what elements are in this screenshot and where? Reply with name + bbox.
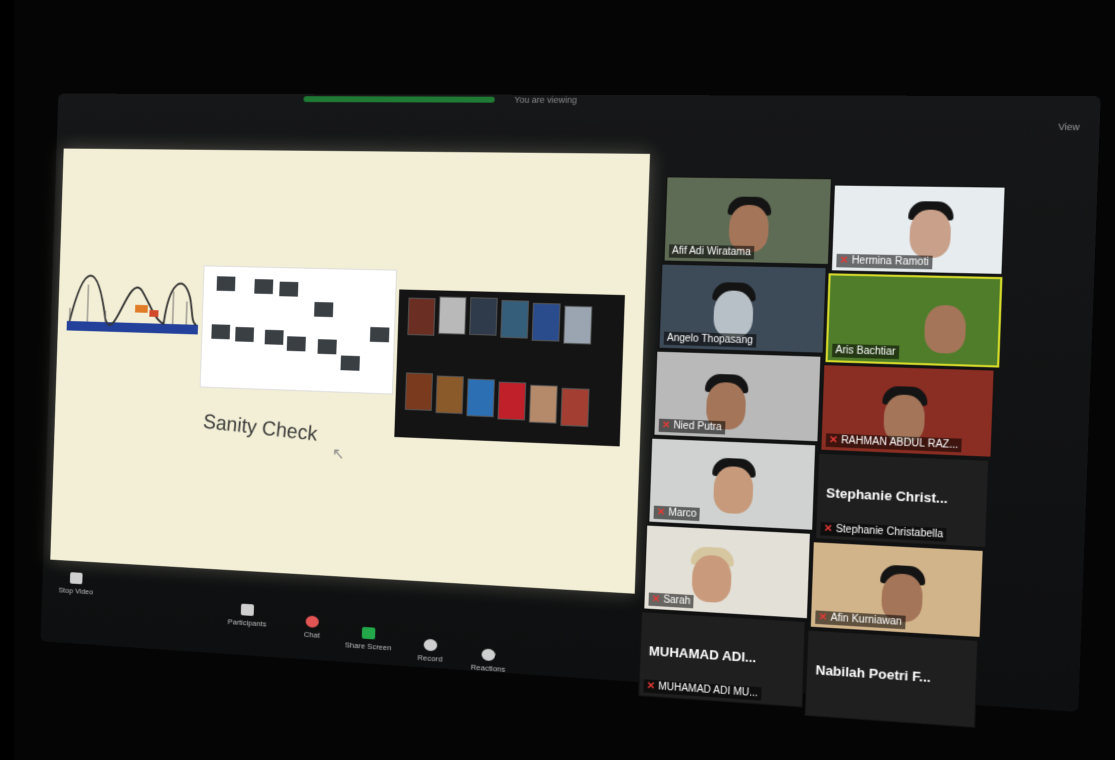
participant-tile-no-video[interactable]: Nabilah Poetri F... — [804, 630, 978, 728]
participants-button[interactable]: Participants — [221, 602, 273, 628]
muted-mic-icon: ✕ — [818, 612, 827, 624]
photo-frame: You are viewing View Sanity Check ↖ Afif… — [14, 0, 1115, 760]
participant-name: Stephanie Christabella — [836, 524, 944, 541]
participant-gallery: Afif Adi Wiratama ✕ Hermina Ramoti Angelo… — [638, 176, 1009, 727]
screen-share-indicator[interactable] — [303, 96, 494, 102]
participant-name: Angelo Thopasang — [664, 332, 757, 348]
participant-display-name: Nabilah Poetri F... — [815, 662, 931, 685]
movie-poster-grid — [394, 289, 625, 446]
participant-tile[interactable]: ✕ Sarah — [643, 524, 811, 619]
smiley-icon — [481, 648, 495, 661]
muted-mic-icon: ✕ — [662, 420, 671, 431]
participant-name: MUHAMAD ADI MU... — [658, 681, 758, 699]
chat-bubble-icon — [305, 615, 319, 628]
participant-display-name: MUHAMAD ADI... — [649, 643, 757, 665]
participant-tile[interactable]: ✕ RAHMAN ABDUL RAZ... — [820, 364, 995, 458]
participant-name: Afin Kurniawan — [830, 612, 902, 628]
slide-title: Sanity Check — [202, 410, 318, 446]
muted-mic-icon: ✕ — [839, 255, 848, 267]
meeting-top-bar: You are viewing — [76, 94, 1079, 116]
participant-tile-no-video[interactable]: Stephanie Christ... ✕ Stephanie Christabe… — [815, 453, 989, 548]
participant-tile-active-speaker[interactable]: Aris Bachtiar — [825, 273, 1002, 367]
shared-slide: Sanity Check ↖ — [50, 149, 650, 594]
participant-tile[interactable]: ✕ Marco — [648, 438, 816, 531]
participant-tile[interactable]: Angelo Thopasang — [658, 264, 826, 354]
muted-mic-icon: ✕ — [829, 435, 838, 447]
chat-button[interactable]: Chat — [286, 614, 339, 641]
video-camera-icon — [70, 572, 83, 584]
participants-icon — [241, 604, 254, 616]
participant-name: RAHMAN ABDUL RAZ... — [841, 435, 959, 451]
record-icon — [424, 639, 438, 652]
participant-tile[interactable]: Afif Adi Wiratama — [664, 176, 833, 265]
share-screen-button[interactable]: Share Screen — [341, 626, 395, 653]
participant-tile[interactable]: ✕ Nied Putra — [653, 351, 821, 443]
participant-tile-no-video[interactable]: MUHAMAD ADI... ✕ MUHAMAD ADI MU... — [638, 611, 806, 707]
participant-name: Sarah — [663, 594, 691, 607]
share-status-text: You are viewing — [514, 95, 577, 105]
participant-name: Hermina Ramoti — [851, 255, 929, 268]
monitor-screen: You are viewing View Sanity Check ↖ Afif… — [41, 94, 1101, 712]
participant-tile[interactable]: ✕ Afin Kurniawan — [810, 541, 984, 638]
participant-tile[interactable]: ✕ Hermina Ramoti — [831, 184, 1006, 275]
muted-mic-icon: ✕ — [824, 523, 833, 535]
view-button[interactable]: View — [1058, 122, 1080, 133]
muted-mic-icon: ✕ — [646, 681, 655, 693]
record-button[interactable]: Record — [403, 637, 458, 664]
muted-mic-icon: ✕ — [652, 594, 661, 606]
pointer-cursor-icon: ↖ — [332, 444, 345, 464]
participant-name: Aris Bachtiar — [832, 344, 899, 359]
muted-mic-icon: ✕ — [657, 507, 666, 519]
participant-name: Nied Putra — [673, 420, 722, 433]
roller-coaster-illustration — [64, 251, 202, 350]
reactions-button[interactable]: Reactions — [461, 647, 516, 674]
stop-video-button[interactable]: Stop Video — [51, 571, 101, 597]
share-screen-icon — [362, 627, 376, 640]
participant-name: Afif Adi Wiratama — [669, 244, 754, 259]
participant-name: Marco — [668, 507, 697, 520]
participant-display-name: Stephanie Christ... — [826, 485, 948, 506]
image-thumbnail-collage — [200, 265, 397, 394]
